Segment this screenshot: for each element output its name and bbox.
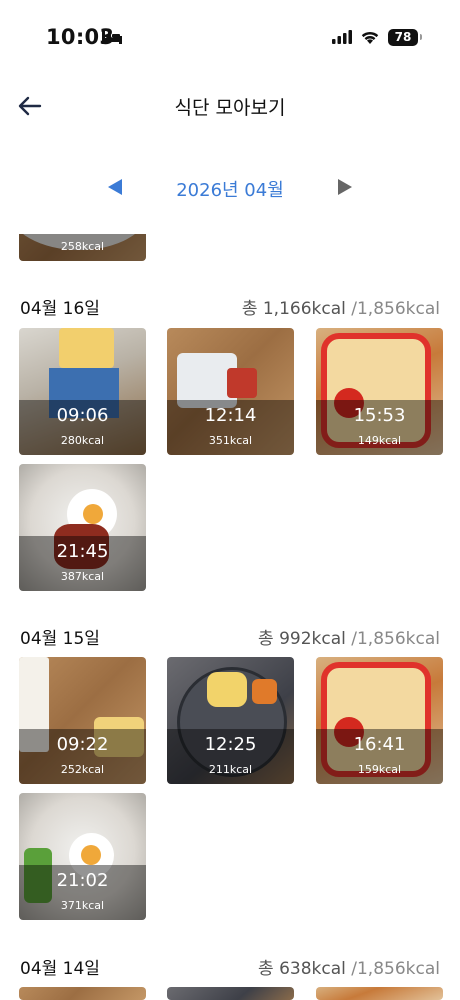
meal-time: 15:53 [353, 405, 406, 426]
meal-time: 09:22 [56, 734, 109, 755]
meal-kcal: 252kcal [60, 763, 105, 776]
meal-tile[interactable] [167, 987, 294, 1000]
day-date: 04월 16일 [20, 299, 100, 319]
meal-kcal: 387kcal [60, 570, 105, 583]
day-total-value: 총 1,166kcal [241, 299, 346, 319]
meal-tile[interactable]: 15:53 149kcal [316, 328, 443, 455]
meal-tile[interactable]: 16:41 159kcal [316, 657, 443, 784]
meal-kcal: 280kcal [60, 434, 105, 447]
meal-photo [316, 987, 443, 1000]
day-total: 총 1,166kcal /1,856kcal [242, 294, 440, 319]
day-date: 04월 14일 [20, 959, 100, 979]
day-header: 04월 16일 총 1,166kcal /1,856kcal [20, 294, 440, 319]
meal-tile[interactable]: 12:14 351kcal [167, 328, 294, 455]
meal-tile[interactable]: 21:45 387kcal [19, 464, 146, 591]
meal-kcal: 351kcal [208, 434, 253, 447]
meal-tile[interactable]: 09:22 252kcal [19, 657, 146, 784]
day-total-value: 총 638kcal [258, 959, 346, 979]
meal-photo [167, 987, 294, 1000]
meal-time: 12:25 [204, 734, 257, 755]
day-target: /1,856kcal [351, 629, 440, 649]
meal-kcal: 371kcal [60, 899, 105, 912]
meal-kcal: 149kcal [357, 434, 402, 447]
day-total: 총 992kcal /1,856kcal [258, 624, 440, 649]
day-total: 총 638kcal /1,856kcal [258, 954, 440, 979]
day-date: 04월 15일 [20, 629, 100, 649]
meal-time: 21:02 [56, 870, 109, 891]
day-header: 04월 14일 총 638kcal /1,856kcal [20, 954, 440, 979]
meal-time: 21:45 [56, 541, 109, 562]
meal-tile[interactable] [316, 987, 443, 1000]
meal-time: 16:41 [353, 734, 406, 755]
day-target: /1,856kcal [351, 299, 440, 319]
day-total-value: 총 992kcal [258, 629, 346, 649]
day-header: 04월 15일 총 992kcal /1,856kcal [20, 624, 440, 649]
meal-feed: 258kcal 04월 16일 총 1,166kcal /1,856kcal 0… [0, 0, 460, 1000]
meal-kcal: 159kcal [357, 763, 402, 776]
meal-time: 12:14 [204, 405, 257, 426]
meal-tile[interactable]: 21:02 371kcal [19, 793, 146, 920]
meal-photo [19, 987, 146, 1000]
meal-tile[interactable] [19, 987, 146, 1000]
meal-kcal: 211kcal [208, 763, 253, 776]
meal-tile[interactable]: 12:25 211kcal [167, 657, 294, 784]
day-target: /1,856kcal [351, 959, 440, 979]
meal-time: 09:06 [56, 405, 109, 426]
meal-tile[interactable]: 09:06 280kcal [19, 328, 146, 455]
meal-kcal: 258kcal [60, 240, 105, 253]
